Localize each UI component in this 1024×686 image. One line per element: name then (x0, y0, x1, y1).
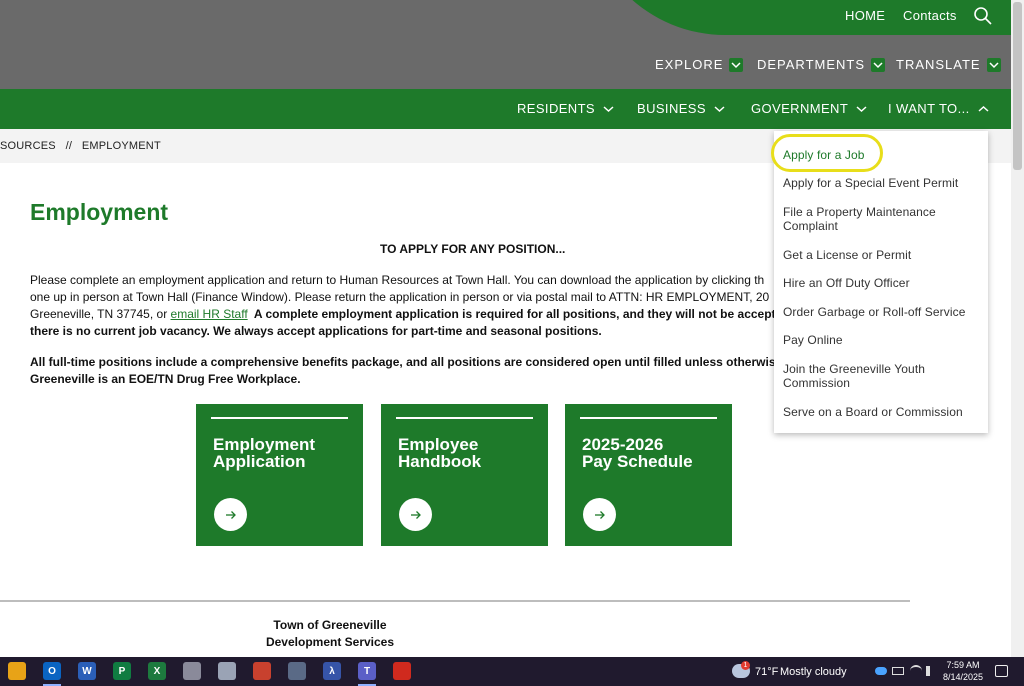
paragraph-bold-text: A complete employment application is req… (247, 307, 790, 321)
system-clock[interactable]: 7:59 AM 8/14/2025 (940, 659, 986, 683)
card-divider (211, 417, 348, 419)
chevron-down-icon (871, 57, 886, 72)
wifi-icon[interactable] (910, 665, 922, 677)
remote-app-icon[interactable] (288, 662, 306, 680)
weather-description: Mostly cloudy (780, 666, 847, 678)
nav-departments[interactable]: DEPARTMENTS (757, 57, 886, 72)
arrow-right-icon[interactable] (583, 498, 616, 531)
page-title: Employment (30, 199, 169, 225)
card-title: Employee Handbook (398, 435, 482, 471)
notification-badge: 1 (741, 661, 750, 670)
chevron-down-icon (714, 105, 725, 112)
nav-business-label: BUSINESS (637, 101, 706, 116)
nav-departments-label: DEPARTMENTS (757, 57, 866, 72)
outlook-icon[interactable]: O (43, 662, 61, 680)
menu-item-board-or-commission[interactable]: Serve on a Board or Commission (783, 405, 983, 419)
file-explorer-icon[interactable] (8, 662, 26, 680)
pay-schedule-card[interactable]: 2025-2026 Pay Schedule (565, 404, 732, 546)
paragraph-line: All full-time positions include a compre… (30, 355, 790, 369)
home-link[interactable]: HOME (845, 8, 885, 23)
chevron-down-icon (729, 57, 744, 72)
nav-i-want-to-label: I WANT TO... (888, 101, 970, 116)
paragraph-line: Greeneville, TN 37745, or email HR Staff… (30, 306, 790, 323)
calculator-icon[interactable] (183, 662, 201, 680)
chevron-down-icon (603, 105, 614, 112)
chevron-down-icon (986, 57, 1001, 72)
menu-item-youth-commission[interactable]: Join the Greeneville Youth Commission (783, 362, 943, 390)
paragraph-line: Greeneville is an EOE/TN Drug Free Workp… (30, 372, 301, 386)
onedrive-icon[interactable] (875, 667, 887, 675)
volume-icon[interactable] (926, 666, 936, 676)
paragraph-line: Please complete an employment applicatio… (30, 273, 765, 287)
arrow-right-icon[interactable] (399, 498, 432, 531)
chevron-up-icon (978, 105, 989, 112)
printer-app-icon[interactable] (218, 662, 236, 680)
card-title: Employment Application (213, 435, 316, 471)
clock-date: 8/14/2025 (942, 672, 984, 682)
footer-divider (0, 600, 910, 602)
chevron-down-icon (856, 105, 867, 112)
nav-translate[interactable]: TRANSLATE (896, 57, 1001, 72)
teams-icon[interactable]: T (358, 662, 376, 680)
employment-application-card[interactable]: Employment Application (196, 404, 363, 546)
battery-icon[interactable] (892, 667, 904, 675)
paragraph-line: one up in person at Town Hall (Finance W… (30, 290, 770, 304)
nav-explore-label: EXPLORE (655, 57, 724, 72)
footer-title: Town of Greeneville Development Services (265, 618, 395, 649)
acrobat-icon[interactable] (393, 662, 411, 680)
word-icon[interactable]: W (78, 662, 96, 680)
page-scrollbar[interactable] (1011, 0, 1024, 657)
card-title: 2025-2026 Pay Schedule (582, 435, 693, 471)
nav-business[interactable]: BUSINESS (637, 101, 725, 116)
notification-center-icon[interactable] (995, 665, 1008, 677)
highlight-circle-annotation (771, 134, 883, 172)
menu-item-property-maintenance-complaint[interactable]: File a Property Maintenance Complaint (783, 205, 963, 233)
clock-time: 7:59 AM (946, 660, 980, 670)
nav-i-want-to[interactable]: I WANT TO... (888, 101, 989, 116)
search-icon[interactable] (973, 6, 993, 26)
scrollbar-thumb[interactable] (1013, 2, 1022, 170)
nav-explore[interactable]: EXPLORE (655, 57, 744, 72)
apply-heading: TO APPLY FOR ANY POSITION... (380, 242, 566, 256)
excel-icon[interactable]: X (148, 662, 166, 680)
publisher-icon[interactable]: P (113, 662, 131, 680)
card-divider (396, 417, 533, 419)
menu-item-license-or-permit[interactable]: Get a License or Permit (783, 248, 983, 262)
card-divider (580, 417, 717, 419)
nav-translate-label: TRANSLATE (896, 57, 981, 72)
menu-item-off-duty-officer[interactable]: Hire an Off Duty Officer (783, 276, 983, 290)
paragraph-line: there is no current job vacancy. We alwa… (30, 324, 602, 338)
menu-item-pay-online[interactable]: Pay Online (783, 333, 983, 347)
nav-residents-label: RESIDENTS (517, 101, 596, 116)
lambda-app-icon[interactable]: λ (323, 662, 341, 680)
employee-handbook-card[interactable]: Employee Handbook (381, 404, 548, 546)
menu-item-garbage-service[interactable]: Order Garbage or Roll-off Service (783, 305, 983, 319)
menu-item-special-event-permit[interactable]: Apply for a Special Event Permit (783, 176, 983, 190)
app-icon[interactable] (253, 662, 271, 680)
weather-temperature: 71°F (755, 666, 779, 678)
breadcrumb-text: SOURCES // EMPLOYMENT (0, 140, 161, 152)
nav-government[interactable]: GOVERNMENT (751, 101, 867, 116)
contacts-link[interactable]: Contacts (903, 8, 957, 23)
email-hr-staff-link[interactable]: email HR Staff (171, 307, 248, 321)
nav-residents[interactable]: RESIDENTS (517, 101, 614, 116)
nav-government-label: GOVERNMENT (751, 101, 849, 116)
arrow-right-icon[interactable] (214, 498, 247, 531)
i-want-to-dropdown-menu: Apply for a Job Apply for a Special Even… (774, 131, 988, 433)
paragraph-text: Greeneville, TN 37745, or (30, 307, 171, 321)
